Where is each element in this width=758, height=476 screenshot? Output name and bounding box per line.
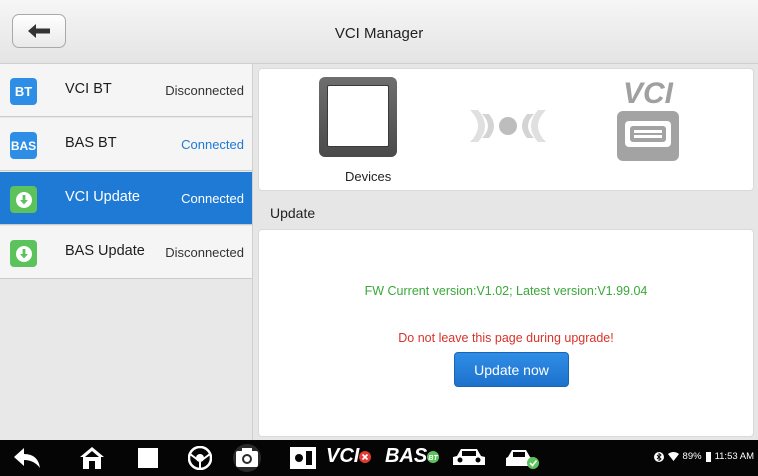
download-icon [10,186,37,213]
home-icon[interactable] [78,445,106,471]
wifi-icon [667,452,679,461]
battery-icon [705,451,711,462]
wireless-signal-icon [470,110,546,142]
svg-text:BT: BT [429,455,439,462]
bluetooth-icon [653,451,664,462]
sidebar: BT VCI BT Disconnected BAS BAS BT Connec… [0,64,253,440]
update-section-label: Update [270,205,316,221]
sidebar-item-vci-update[interactable]: VCI Update Connected [0,172,252,225]
firmware-version-text: FW Current version:V1.02; Latest version… [364,284,648,298]
sidebar-item-bas-bt[interactable]: BAS BAS BT Connected [0,118,252,171]
update-now-button[interactable]: Update now [454,352,569,387]
bas-icon: BAS [10,132,37,159]
camera-icon[interactable] [227,444,267,472]
connection-status: Connected [181,137,244,152]
connection-status: Disconnected [165,245,244,260]
devices-label: Devices [345,169,392,184]
recent-apps-icon[interactable] [135,445,161,471]
bt-icon: BT [10,78,37,105]
system-taskbar: VCI BAS BT 89% 11:53 AM [0,440,758,476]
tablet-device-image [319,77,397,157]
vci-shortcut-icon[interactable]: VCI [326,445,372,468]
connection-status: Connected [181,191,244,206]
status-bar: 89% 11:53 AM [653,451,754,462]
browser-icon[interactable] [185,445,215,471]
sidebar-item-label: VCI Update [65,189,140,205]
page-title: VCI Manager [334,25,424,42]
sidebar-item-vci-bt[interactable]: BT VCI BT Disconnected [0,64,252,117]
connection-status: Disconnected [165,83,244,98]
sidebar-item-label: BAS Update [65,243,145,259]
sidebar-item-bas-update[interactable]: BAS Update Disconnected [0,226,252,279]
vci-device-icon: VCI [617,77,679,161]
upgrade-warning-text: Do not leave this page during upgrade! [398,331,614,345]
svg-text:VCI: VCI [623,77,674,110]
battery-level: 89% [682,451,702,462]
nav-back-icon[interactable] [12,445,42,471]
tpms-car-icon[interactable] [505,445,541,471]
bas-shortcut-icon[interactable]: BAS BT [385,445,440,468]
devices-panel: Devices VCI [258,68,754,191]
download-icon [10,240,37,267]
car-icon[interactable] [452,445,486,471]
sidebar-item-label: BAS BT [65,135,117,151]
title-bar: VCI Manager [0,0,758,64]
clock-time: 11:53 AM [714,451,754,462]
screen-mirror-icon[interactable] [288,445,318,471]
sidebar-item-label: VCI BT [65,81,112,97]
update-panel: FW Current version:V1.02; Latest version… [258,229,754,437]
